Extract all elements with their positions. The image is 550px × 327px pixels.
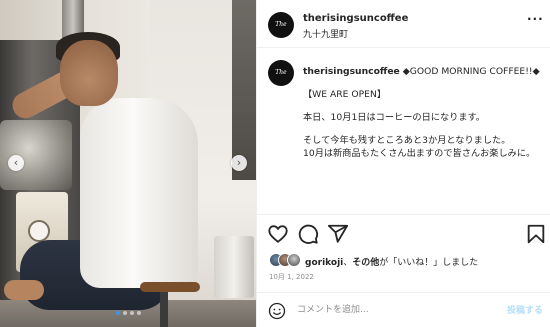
photo-shelf [232, 0, 256, 180]
caption-greeting: ◆GOOD MORNING COFFEE!!◆ [402, 66, 540, 77]
bookmark-icon[interactable] [525, 223, 547, 245]
post-photo[interactable]: ‹ › [0, 0, 256, 327]
post-comment-button[interactable]: 投稿する [507, 303, 543, 316]
carousel-dots [0, 311, 256, 315]
photo-man-body [80, 98, 198, 288]
caption-username[interactable]: therisingsuncoffee [303, 66, 400, 77]
avatar-logo-text: The Rising Sun Coffee [275, 69, 287, 76]
photo-man-head [60, 40, 118, 106]
caption-line: そして今年も残すところあと3か月となりました。 [303, 135, 511, 146]
more-options-icon[interactable]: ··· [527, 12, 544, 26]
photo-roaster-drum [0, 120, 72, 190]
chevron-right-icon: › [236, 156, 242, 169]
caption-first-line: therisingsuncoffee ◆GOOD MORNING COFFEE!… [303, 65, 543, 78]
photo-stool-seat [140, 282, 200, 292]
liker-avatars[interactable] [269, 253, 303, 267]
caption-line: 10月は新商品もたくさん出ますので皆さんお楽しみに。 [303, 148, 536, 159]
avatar-logo-text: The Rising Sun Coffee [275, 21, 287, 28]
post-date[interactable]: 10月 1, 2022 [269, 272, 314, 282]
photo-bucket [214, 236, 254, 298]
comment-icon[interactable] [297, 223, 319, 245]
carousel-prev-button[interactable]: ‹ [8, 155, 24, 171]
comment-bar: 投稿する [257, 292, 550, 327]
caption-text: therisingsuncoffee ◆GOOD MORNING COFFEE!… [303, 65, 543, 160]
likes-others-link[interactable]: その他 [352, 258, 379, 268]
post-caption: The Rising Sun Coffee therisingsuncoffee… [257, 48, 550, 214]
chevron-left-icon: ‹ [13, 156, 19, 169]
likes-connector: 、 [343, 258, 353, 268]
caption-line: 本日、10月1日はコーヒーの日になります。 [303, 112, 485, 123]
heart-icon[interactable] [267, 223, 289, 245]
carousel-dot [136, 311, 141, 315]
liker-avatar [287, 253, 301, 267]
carousel-dot [122, 311, 127, 315]
likes-suffix: が「いいね！」しました [379, 258, 479, 268]
carousel-next-button[interactable]: › [231, 155, 247, 171]
post-header: The Rising Sun Coffee therisingsuncoffee… [257, 0, 550, 48]
emoji-icon[interactable] [268, 302, 286, 320]
liker-username[interactable]: gorikoji [305, 258, 343, 268]
likes-text: gorikoji、その他が「いいね！」しました [305, 255, 478, 268]
caption-line: 【WE ARE OPEN】 [303, 89, 387, 100]
avatar[interactable]: The Rising Sun Coffee [268, 60, 294, 86]
post-username[interactable]: therisingsuncoffee [303, 13, 408, 24]
comment-input[interactable] [297, 302, 477, 318]
post-location[interactable]: 九十九里町 [303, 27, 348, 40]
carousel-dot [115, 311, 120, 315]
photo-man-hand [4, 280, 44, 300]
post-side-panel: The Rising Sun Coffee therisingsuncoffee… [256, 0, 550, 327]
photo-roaster-gauge [28, 220, 50, 242]
photo-stool-leg [160, 292, 168, 327]
carousel-dot [129, 311, 134, 315]
send-icon[interactable] [327, 223, 349, 245]
post-actions [257, 214, 550, 250]
avatar[interactable]: The Rising Sun Coffee [268, 12, 294, 38]
